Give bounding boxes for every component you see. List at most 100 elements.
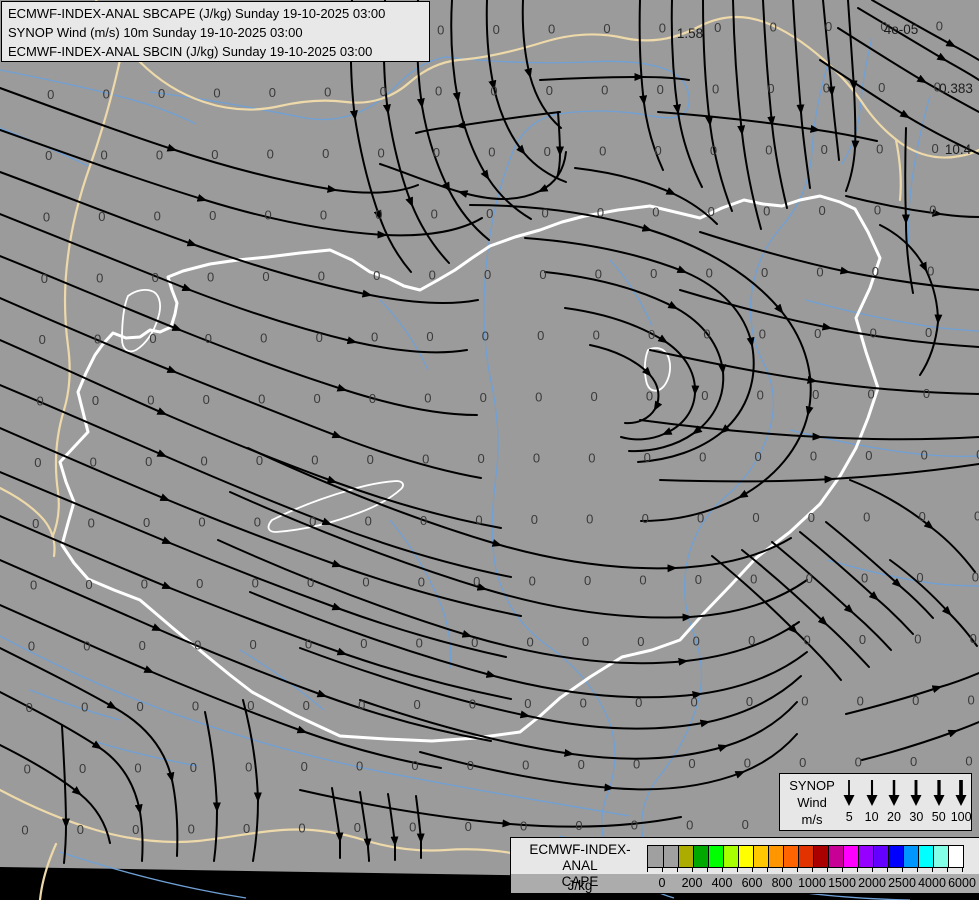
- grid-value-label: 0: [90, 454, 97, 469]
- grid-value-label: 0: [642, 511, 649, 526]
- grid-value-label: 0: [256, 453, 263, 468]
- cape-color-cell: [783, 846, 798, 867]
- cape-tick-mark: [857, 867, 858, 872]
- grid-value-label: 0: [914, 632, 921, 647]
- wind-streamline: [0, 129, 483, 239]
- wind-arrow-cell: [905, 777, 927, 807]
- cape-color-cell: [873, 846, 888, 867]
- cape-color-cell: [678, 846, 693, 867]
- grid-value-label: 0: [965, 754, 972, 769]
- grid-value-label: 0: [770, 20, 777, 35]
- grid-value-label: 0: [916, 570, 923, 585]
- grid-value-label: 0: [695, 572, 702, 587]
- grid-value-label: 0: [878, 80, 885, 95]
- grid-value-label: 0: [635, 695, 642, 710]
- grid-value-label: 0: [531, 512, 538, 527]
- wind-streamline: [657, 111, 878, 142]
- grid-value-label: 0: [480, 390, 487, 405]
- grid-value-label: 0: [931, 141, 938, 156]
- grid-value-label: 0: [79, 761, 86, 776]
- grid-value-label: 0: [134, 761, 141, 776]
- wind-streamline: [845, 195, 979, 218]
- weather-map: 0 0 0 0 0 0 0 0 0 0 0 0 0 0 0 0 0 0 0 0 0 0 0 0 0 0 0 0 0 0 0 0 0 0 0 0 0 0 0 0…: [0, 0, 979, 900]
- cape-legend-title: ECMWF-INDEX-ANAL: [529, 842, 631, 873]
- cape-tick-value: 4000: [918, 876, 946, 890]
- grid-value-label: 0: [149, 331, 156, 346]
- cape-tick-mark: [707, 867, 708, 872]
- grid-value-label: 0: [198, 515, 205, 530]
- river: [0, 69, 197, 125]
- grid-value-label: 0: [821, 142, 828, 157]
- cape-color-cell: [843, 846, 858, 867]
- cape-tick-mark: [932, 867, 933, 872]
- grid-value-label: 0: [584, 573, 591, 588]
- grid-value-label: 0: [47, 87, 54, 102]
- grid-value-label: 0: [865, 448, 872, 463]
- grid-value-label: 0: [98, 209, 105, 224]
- grid-value-label: 0: [307, 575, 314, 590]
- wind-legend-param-label: Wind: [797, 795, 827, 810]
- cape-tick-mark: [842, 867, 843, 872]
- wind-streamline: [242, 699, 262, 862]
- grid-value-label: 0: [418, 574, 425, 589]
- grid-value-label: 0: [152, 270, 159, 285]
- grid-value-label: 0: [316, 330, 323, 345]
- grid-value-label: 0: [597, 205, 604, 220]
- wind-streamline: [61, 725, 71, 864]
- grid-value-label: 0: [759, 326, 766, 341]
- grid-value-label: 0: [83, 638, 90, 653]
- grid-value-label: 0: [588, 450, 595, 465]
- grid-value-label: 0: [541, 205, 548, 220]
- grid-value-label: 0: [744, 756, 751, 771]
- wind-streamline: [521, 0, 562, 129]
- grid-value-label: 0: [974, 508, 979, 523]
- wind-streamline: [889, 559, 978, 647]
- grid-value-label: 0: [356, 759, 363, 774]
- grid-value-label: 0: [318, 269, 325, 284]
- grid-value-label: 0: [874, 203, 881, 218]
- down-arrow-head: [933, 795, 945, 806]
- grid-value-label: 0: [539, 267, 546, 282]
- cape-tick-mark: [767, 867, 768, 872]
- grid-value-label: 0: [754, 449, 761, 464]
- river: [609, 259, 653, 327]
- hungary-border: [58, 194, 882, 743]
- grid-value-label: 0: [311, 453, 318, 468]
- grid-value-label: 0: [243, 821, 250, 836]
- grid-value-label: 0: [28, 639, 35, 654]
- grid-value-label: 0: [39, 332, 46, 347]
- wind-streamline: [415, 111, 561, 134]
- grid-value-label: 0: [324, 85, 331, 100]
- grid-value-label: 0: [595, 266, 602, 281]
- grid-value-label: 0: [761, 265, 768, 280]
- grid-value-label: 0: [867, 387, 874, 402]
- wind-legend-title: SYNOP Wind m/s: [786, 777, 838, 828]
- wind-streamline: [792, 0, 811, 189]
- wind-arrow-cell: [950, 777, 972, 807]
- grid-value-label: 0: [808, 510, 815, 525]
- grid-value-label: 0: [360, 636, 367, 651]
- grid-value-label: 0: [936, 18, 943, 33]
- country-borders-layer: [0, 0, 979, 900]
- grid-value-label: 0: [524, 696, 531, 711]
- grid-value-label: 0: [32, 516, 39, 531]
- grid-value-label: 0: [929, 202, 936, 217]
- cape-tick-mark: [782, 867, 783, 872]
- grid-value-label: 0: [637, 634, 644, 649]
- grid-value-label: 0: [652, 205, 659, 220]
- grid-value-label: 0: [482, 329, 489, 344]
- grid-value-label: 0: [690, 695, 697, 710]
- grid-value-label: 0: [269, 85, 276, 100]
- grid-value-label: 0: [24, 761, 31, 776]
- grid-value-label: 0: [699, 449, 706, 464]
- down-arrow-head: [955, 795, 967, 806]
- grid-value-label: 0: [200, 453, 207, 468]
- grid-value-label: 0: [103, 86, 110, 101]
- grid-value-label: 0: [859, 632, 866, 647]
- grid-value-label: 0: [196, 576, 203, 591]
- grid-value-label: 0: [313, 391, 320, 406]
- grid-value-label: 0: [211, 147, 218, 162]
- wind-legend-source-label: SYNOP: [789, 778, 835, 793]
- grid-value-label: 0: [320, 207, 327, 222]
- cape-tick-value: 1000: [798, 876, 826, 890]
